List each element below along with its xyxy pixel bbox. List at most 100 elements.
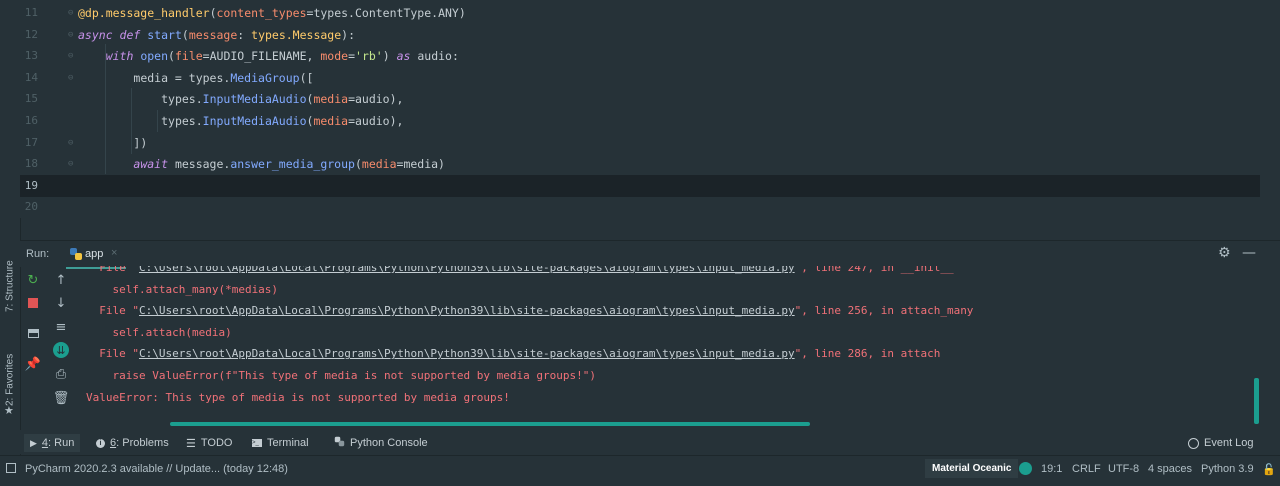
console-line: raise ValueError(f"This type of media is…: [86, 369, 596, 382]
update-notification[interactable]: PyCharm 2020.2.3 available // Update... …: [25, 463, 288, 475]
code-line: async def start(message: types.Message):: [78, 27, 356, 42]
event-log-icon: [1188, 437, 1199, 449]
line-number: 14: [24, 70, 38, 84]
run-label: Run:: [26, 248, 50, 260]
scroll-to-end-icon[interactable]: ⇊: [53, 342, 69, 358]
tab-python-console[interactable]: Python Console: [328, 434, 434, 452]
tab-problems-label: 6: Problems: [110, 437, 169, 449]
python-interpreter[interactable]: Python 3.9: [1201, 463, 1254, 475]
line-number: 12: [24, 27, 38, 41]
run-toolbar-primary: ↻ 📌: [20, 266, 46, 430]
terminal-icon: >_: [252, 439, 262, 447]
file-path-link[interactable]: C:\Users\root\AppData\Local\Programs\Pyt…: [139, 347, 795, 360]
console-line: ValueError: This type of media is not su…: [86, 390, 510, 404]
tab-event-log-label: Event Log: [1204, 437, 1254, 449]
tab-problems[interactable]: i 6: Problems: [90, 434, 175, 452]
code-line: types.InputMediaAudio(media=audio),: [161, 114, 404, 128]
indent-setting[interactable]: 4 spaces: [1148, 463, 1192, 475]
tab-event-log[interactable]: Event Log: [1182, 434, 1260, 452]
run-tool-header: Run: app × ⚙ —: [20, 240, 1280, 269]
file-path-link[interactable]: C:\Users\root\AppData\Local\Programs\Pyt…: [139, 266, 795, 274]
arrow-up-icon[interactable]: ↑: [53, 272, 69, 288]
file-path-link[interactable]: C:\Users\root\AppData\Local\Programs\Pyt…: [139, 304, 795, 317]
console-line-prefix: File ": [86, 347, 139, 361]
tab-todo-label: TODO: [200, 437, 233, 449]
star-icon: ★: [4, 404, 14, 417]
console-line: File "C:\Users\root\AppData\Local\Progra…: [86, 266, 954, 279]
file-encoding[interactable]: UTF-8: [1108, 463, 1139, 475]
code-line: await message.answer_media_group(media=m…: [133, 157, 445, 172]
left-tool-strip: 7: Structure 2: Favorites ★: [0, 0, 21, 455]
code-line: with open(file=AUDIO_FILENAME, mode='rb'…: [105, 49, 459, 64]
gear-icon[interactable]: ⚙: [1218, 245, 1231, 261]
stop-icon[interactable]: [25, 295, 41, 311]
tab-terminal-label: Terminal: [267, 437, 309, 449]
theme-indicator-icon: [1019, 462, 1032, 475]
fold-marker-icon[interactable]: ⊖: [68, 67, 73, 89]
arrow-down-icon[interactable]: ↓: [53, 295, 69, 311]
info-icon: i: [96, 438, 105, 448]
fold-marker-icon[interactable]: ⊖: [68, 153, 73, 175]
theme-widget[interactable]: Material Oceanic: [925, 459, 1019, 478]
status-bar: PyCharm 2020.2.3 available // Update... …: [0, 455, 1280, 486]
tab-terminal[interactable]: >_ Terminal: [246, 434, 315, 452]
window-icon[interactable]: [6, 463, 16, 473]
fold-marker-icon[interactable]: ⊖: [68, 45, 73, 67]
code-line: media = types.MediaGroup([: [133, 70, 314, 85]
line-number: 19: [24, 178, 38, 192]
line-number: 15: [24, 92, 38, 106]
tab-run[interactable]: ▶ 4: Run: [24, 434, 81, 452]
line-number: 17: [24, 135, 38, 149]
minimize-icon[interactable]: —: [1242, 245, 1256, 261]
line-number: 20: [24, 200, 38, 214]
run-tab-label: app: [85, 248, 104, 260]
code-line: @dp.message_handler(content_types=types.…: [78, 6, 466, 20]
console-line: File "C:\Users\root\AppData\Local\Progra…: [86, 343, 940, 365]
console-vertical-scrollbar[interactable]: [1254, 378, 1259, 424]
print-icon[interactable]: ⎙: [53, 366, 69, 382]
line-number: 18: [24, 157, 38, 171]
structure-tab-label: 7: Structure: [4, 260, 16, 312]
layout-icon[interactable]: [25, 325, 41, 341]
console-line-suffix: ", line 286, in attach: [794, 347, 941, 361]
console-line: self.attach(media): [86, 325, 232, 339]
fold-marker-icon[interactable]: ⊖: [68, 24, 73, 46]
run-config-tab[interactable]: app ×: [66, 241, 126, 269]
favorites-tab-label: 2: Favorites: [4, 353, 16, 407]
tab-run-text: : Run: [48, 437, 75, 449]
python-icon: [69, 246, 83, 265]
line-number: 13: [24, 49, 38, 63]
rerun-icon[interactable]: ↻: [25, 272, 41, 288]
code-editor[interactable]: 11 ⊖ 12 ⊖ 13 ⊖ 14 ⊖ 15 16 17 ⊖ 18 ⊖ 19 20 @dp.message_h…: [20, 0, 1260, 218]
structure-tab[interactable]: 7: Structure: [1, 255, 19, 317]
fold-marker-icon[interactable]: ⊖: [68, 2, 73, 24]
soft-wrap-icon[interactable]: ≡: [53, 319, 69, 335]
console-line: File "C:\Users\root\AppData\Local\Progra…: [86, 300, 973, 322]
line-number-gutter: 11 ⊖ 12 ⊖ 13 ⊖ 14 ⊖ 15 16 17 ⊖ 18 ⊖ 19 20: [20, 0, 74, 218]
console-line-suffix: ", line 256, in attach_many: [794, 304, 974, 318]
console-output[interactable]: File "C:\Users\root\AppData\Local\Progra…: [80, 266, 1250, 424]
tool-window-tabs: ▶ 4: Run i 6: Problems ☰ TODO >_ Termina…: [20, 430, 1280, 454]
line-separator[interactable]: CRLF: [1072, 463, 1101, 475]
caret-position[interactable]: 19:1: [1041, 463, 1062, 475]
line-number: 11: [24, 6, 38, 19]
lock-icon[interactable]: 🔓: [1262, 463, 1276, 476]
run-tab-close-button[interactable]: ×: [111, 247, 117, 259]
run-toolbar-secondary: ↑ ↓ ≡ ⇊ ⎙ 🗑: [48, 266, 74, 430]
pin-icon[interactable]: 📌: [25, 356, 41, 372]
current-line-highlight: [20, 175, 1260, 197]
tab-todo[interactable]: ☰ TODO: [180, 434, 238, 452]
console-line: self.attach_many(*medias): [86, 282, 279, 296]
play-icon: ▶: [30, 437, 37, 448]
fold-marker-icon[interactable]: ⊖: [68, 132, 73, 154]
console-line-suffix: ", line 247, in __init__: [794, 266, 954, 274]
console-line-prefix: File ": [86, 304, 139, 318]
python-console-icon: [334, 436, 345, 450]
console-horizontal-scrollbar[interactable]: [170, 422, 810, 426]
tab-problems-text: : Problems: [116, 437, 169, 449]
tab-python-console-label: Python Console: [350, 437, 428, 449]
tab-run-label: 4: Run: [42, 437, 74, 449]
console-line-prefix: File ": [86, 266, 139, 274]
trash-icon[interactable]: 🗑: [53, 390, 70, 406]
code-line: ]): [133, 135, 148, 150]
